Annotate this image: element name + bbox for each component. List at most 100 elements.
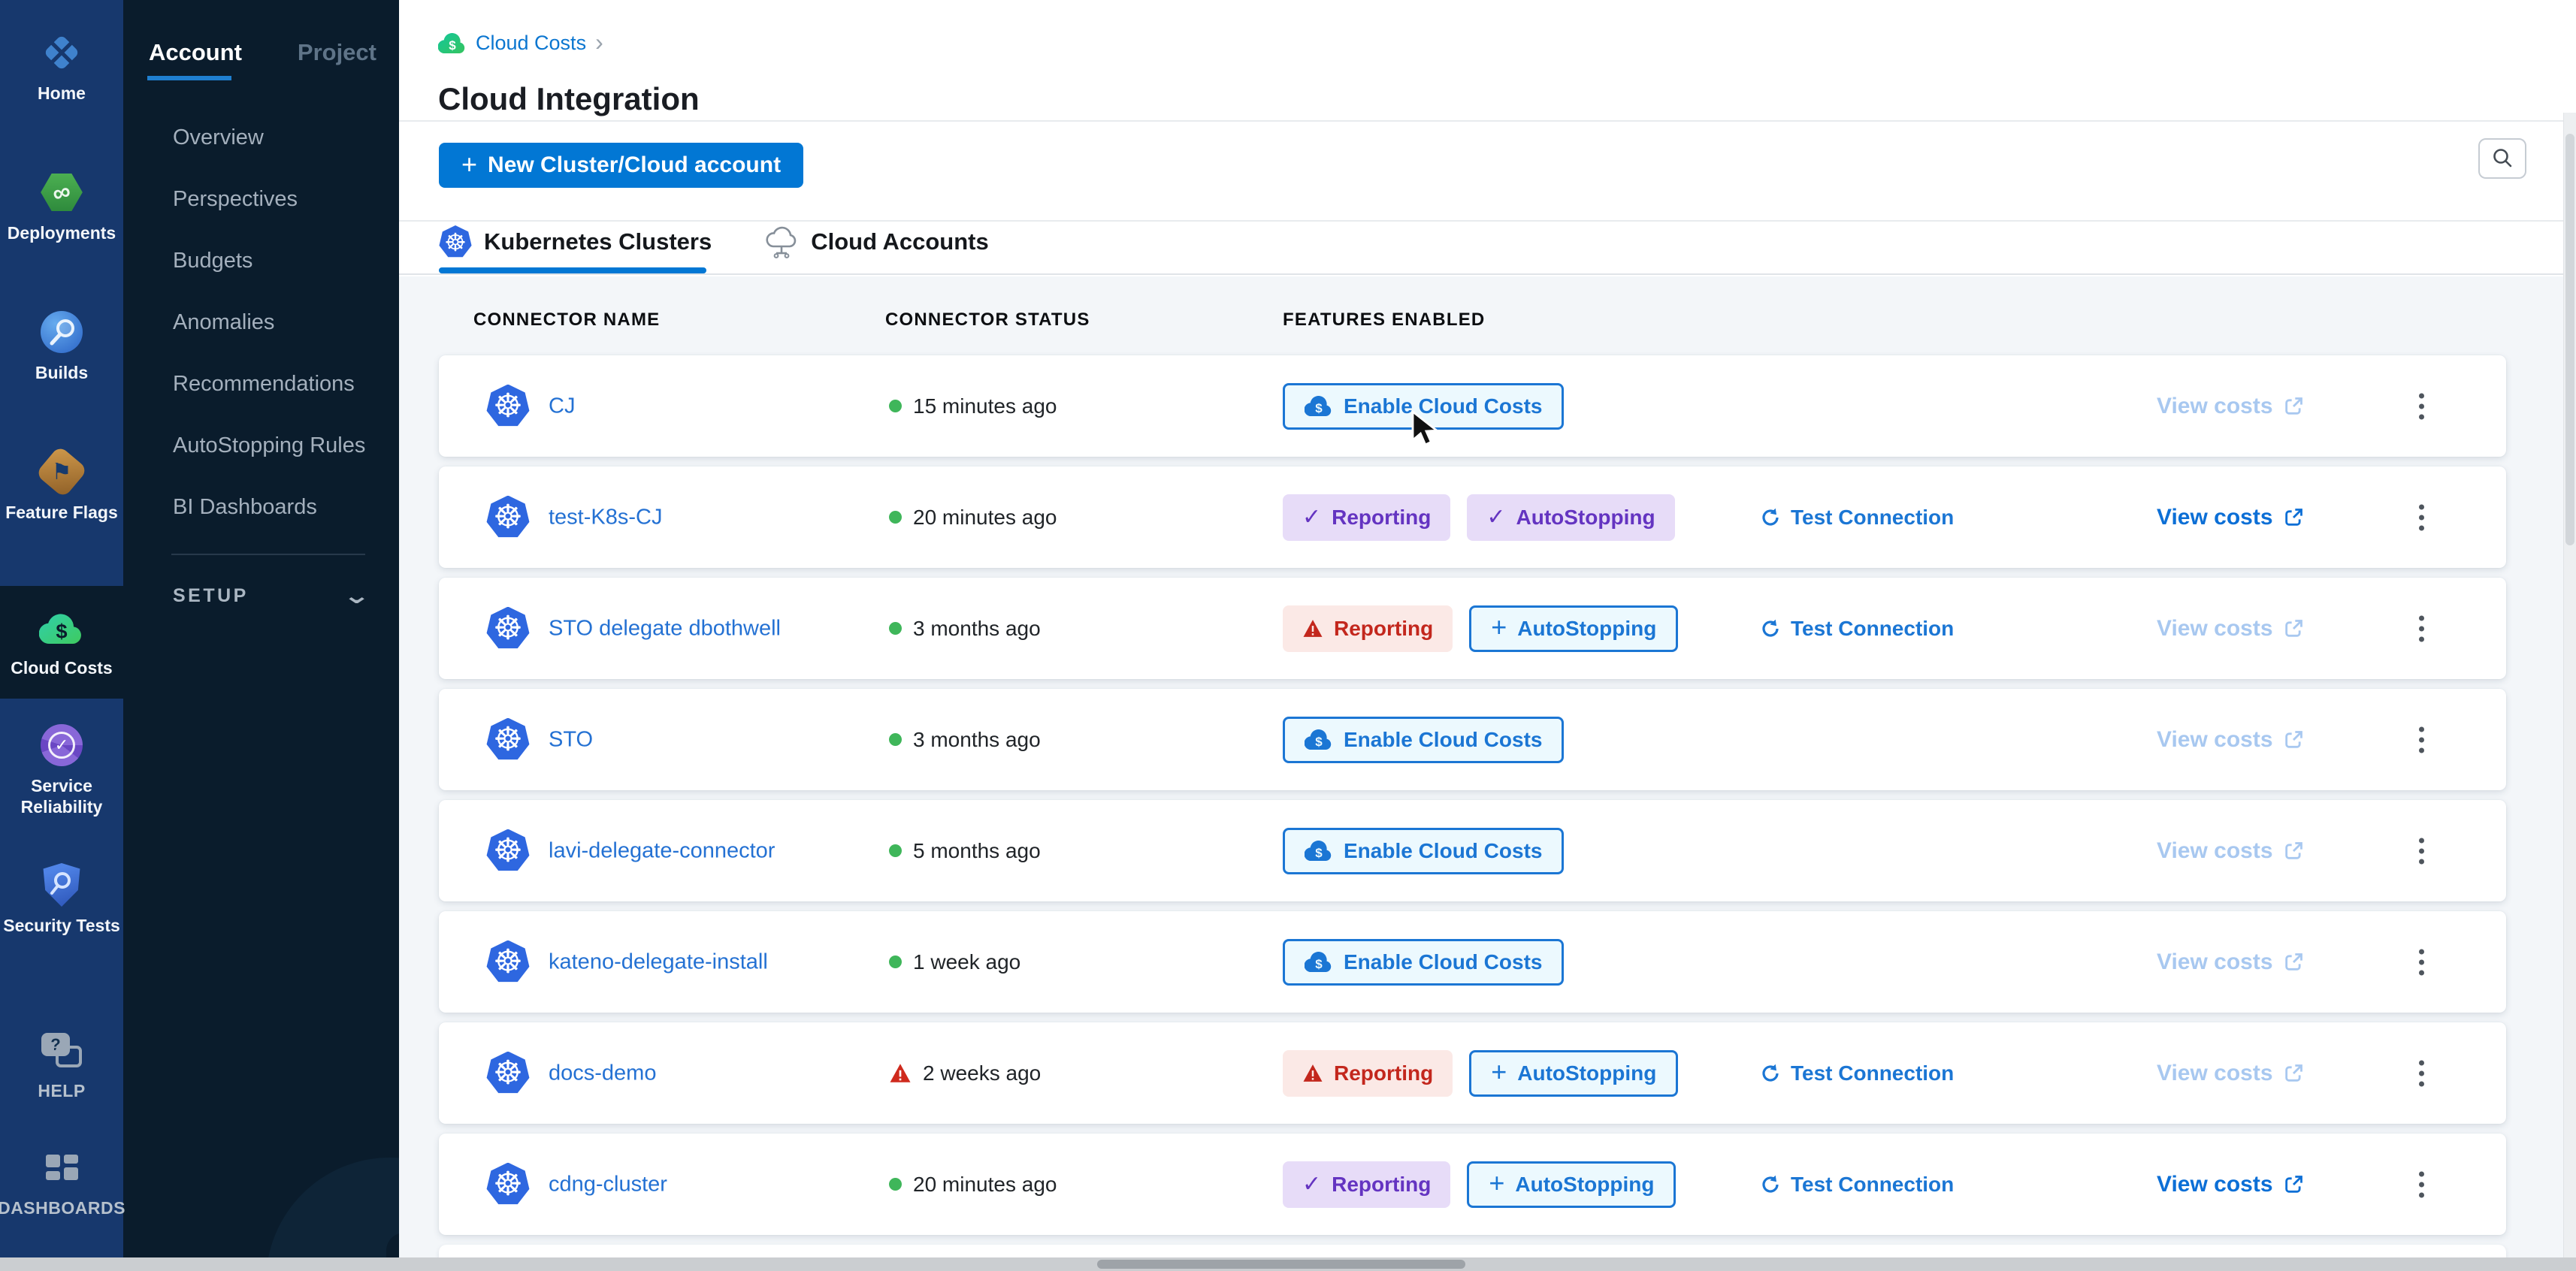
enable-cloud-costs-button[interactable]: $ Enable Cloud Costs: [1283, 939, 1564, 986]
status-text: 15 minutes ago: [913, 394, 1057, 418]
sidebar-item-overview[interactable]: Overview: [173, 107, 392, 168]
column-header-connector-status: CONNECTOR STATUS: [885, 309, 1090, 331]
add-autostopping-button[interactable]: +AutoStopping: [1467, 1161, 1676, 1208]
nav-item-dashboards[interactable]: DASHBOARDS: [0, 1145, 123, 1218]
warning-icon: [1302, 1064, 1323, 1082]
connector-row[interactable]: ☸ docs-demo 2 weeks ago Reporting +AutoS…: [439, 1022, 2506, 1124]
connector-name-link[interactable]: test-K8s-CJ: [549, 505, 662, 530]
connector-row[interactable]: ☸ test-K8s-CJ 20 minutes ago ✓Reporting …: [439, 466, 2506, 568]
connector-name-link[interactable]: CJ: [549, 394, 575, 418]
sidebar-item-budgets[interactable]: Budgets: [173, 230, 392, 291]
features-enabled-cell: $ Enable Cloud Costs: [1283, 717, 1564, 763]
sidebar-item-anomalies[interactable]: Anomalies: [173, 291, 392, 353]
plus-icon: +: [1491, 614, 1507, 641]
vertical-scrollbar-thumb[interactable]: [2565, 134, 2574, 545]
refresh-icon: [1759, 1173, 1782, 1196]
tab-cloud-accounts[interactable]: Cloud Accounts: [764, 225, 989, 258]
nav-label: Service Reliability: [0, 775, 123, 817]
connector-row[interactable]: ☸ CJ 15 minutes ago $ Enable Cloud Costs…: [439, 355, 2506, 457]
page-title: Cloud Integration: [438, 81, 700, 117]
cloud-dollar-icon: $: [1305, 841, 1333, 862]
connector-name-link[interactable]: kateno-delegate-install: [549, 949, 768, 974]
row-menu-button[interactable]: [2411, 941, 2432, 983]
view-costs-link[interactable]: View costs: [2157, 616, 2304, 642]
row-menu-button[interactable]: [2411, 608, 2432, 649]
nav-item-home[interactable]: Home: [0, 30, 123, 104]
connector-name-link[interactable]: lavi-delegate-connector: [549, 838, 775, 863]
sidebar-item-autostopping-rules[interactable]: AutoStopping Rules: [173, 415, 392, 476]
add-autostopping-button[interactable]: +AutoStopping: [1469, 605, 1678, 652]
enable-cloud-costs-button[interactable]: $ Enable Cloud Costs: [1283, 828, 1564, 874]
kubernetes-icon: ☸: [486, 718, 530, 762]
vertical-scrollbar[interactable]: [2563, 113, 2576, 1257]
view-costs-link[interactable]: View costs: [2157, 1172, 2304, 1197]
status-text: 3 months ago: [913, 617, 1041, 641]
view-costs-link[interactable]: View costs: [2157, 727, 2304, 753]
enable-cloud-costs-button[interactable]: $ Enable Cloud Costs: [1283, 383, 1564, 430]
connector-name-link[interactable]: docs-demo: [549, 1061, 656, 1085]
view-costs-link[interactable]: View costs: [2157, 838, 2304, 864]
test-connection-button[interactable]: Test Connection: [1759, 617, 1954, 641]
tab-kubernetes-clusters[interactable]: ☸ Kubernetes Clusters: [439, 225, 712, 258]
nav-item-deployments[interactable]: ∞ Deployments: [0, 170, 123, 243]
connector-name-link[interactable]: STO: [549, 727, 593, 752]
nav-item-builds[interactable]: Builds: [0, 309, 123, 383]
breadcrumb-cloud-costs-link[interactable]: Cloud Costs: [476, 32, 586, 55]
add-autostopping-button[interactable]: +AutoStopping: [1469, 1050, 1678, 1097]
horizontal-scrollbar-thumb[interactable]: [1097, 1260, 1465, 1269]
row-menu-button[interactable]: [2411, 830, 2432, 871]
view-costs-link[interactable]: View costs: [2157, 1061, 2304, 1086]
sidebar-item-perspectives[interactable]: Perspectives: [173, 168, 392, 230]
svg-text:$: $: [56, 620, 67, 643]
row-menu-button[interactable]: [2411, 1052, 2432, 1094]
tab-account[interactable]: Account: [149, 39, 242, 66]
status-ok-dot-icon: [889, 1178, 902, 1191]
kubernetes-icon: ☸: [486, 496, 530, 539]
feature-enabled-badge: ✓Reporting: [1283, 494, 1450, 541]
connector-name-link[interactable]: STO delegate dbothwell: [549, 616, 781, 641]
breadcrumb: $ Cloud Costs ›: [438, 32, 603, 55]
enable-cloud-costs-button[interactable]: $ Enable Cloud Costs: [1283, 717, 1564, 763]
nav-label: Builds: [35, 362, 88, 383]
nav-item-cloud-costs-active[interactable]: $ Cloud Costs: [0, 586, 123, 699]
view-costs-link[interactable]: View costs: [2157, 505, 2304, 530]
nav-item-security-tests[interactable]: Security Tests: [0, 862, 123, 936]
setup-section-toggle[interactable]: SETUP ⌄: [173, 574, 366, 617]
row-menu-button[interactable]: [2411, 1164, 2432, 1205]
feature-error-badge: Reporting: [1283, 1050, 1453, 1097]
features-enabled-cell: ✓Reporting +AutoStopping: [1283, 1161, 1676, 1208]
nav-label: Feature Flags: [5, 502, 118, 523]
kubernetes-icon: ☸: [486, 940, 530, 984]
test-connection-button[interactable]: Test Connection: [1759, 1173, 1954, 1197]
connector-row[interactable]: ☸ lavi-delegate-connector 5 months ago $…: [439, 800, 2506, 901]
header-divider: [399, 120, 2576, 122]
tab-bar-border: [399, 273, 2576, 275]
connector-row[interactable]: ☸ STO 3 months ago $ Enable Cloud Costs …: [439, 689, 2506, 790]
module-sidebar: Account Project Overview Perspectives Bu…: [123, 0, 399, 1271]
connector-status-cell: 20 minutes ago: [889, 1173, 1057, 1197]
plus-icon: +: [1491, 1058, 1507, 1085]
status-ok-dot-icon: [889, 956, 902, 968]
tab-project[interactable]: Project: [298, 39, 376, 66]
features-enabled-cell: Reporting +AutoStopping: [1283, 1050, 1678, 1097]
view-costs-link[interactable]: View costs: [2157, 394, 2304, 419]
row-menu-button[interactable]: [2411, 497, 2432, 538]
nav-item-help[interactable]: ? HELP: [0, 1028, 123, 1101]
view-costs-link[interactable]: View costs: [2157, 949, 2304, 975]
connector-row[interactable]: ☸ kateno-delegate-install 1 week ago $ E…: [439, 911, 2506, 1013]
connector-row[interactable]: ☸ STO delegate dbothwell 3 months ago Re…: [439, 578, 2506, 679]
search-button[interactable]: [2478, 138, 2526, 179]
horizontal-scrollbar[interactable]: [0, 1257, 2576, 1271]
new-cluster-cloud-account-button[interactable]: + New Cluster/Cloud account: [439, 143, 803, 188]
row-menu-button[interactable]: [2411, 385, 2432, 427]
connector-row[interactable]: ☸ cdng-cluster 20 minutes ago ✓Reporting…: [439, 1134, 2506, 1235]
sidebar-item-recommendations[interactable]: Recommendations: [173, 353, 392, 415]
nav-item-service-reliability[interactable]: ✓ Service Reliability: [0, 723, 123, 817]
sidebar-item-bi-dashboards[interactable]: BI Dashboards: [173, 476, 392, 538]
connector-name-link[interactable]: cdng-cluster: [549, 1172, 667, 1197]
test-connection-button[interactable]: Test Connection: [1759, 1061, 1954, 1085]
test-connection-button[interactable]: Test Connection: [1759, 506, 1954, 530]
nav-item-feature-flags[interactable]: ⚑ Feature Flags: [0, 449, 123, 523]
row-menu-button[interactable]: [2411, 719, 2432, 760]
nav-label: DASHBOARDS: [0, 1197, 125, 1218]
